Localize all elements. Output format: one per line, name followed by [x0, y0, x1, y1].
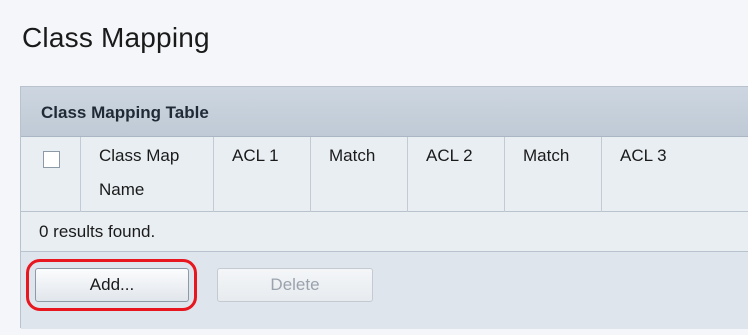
- class-mapping-table-panel: Class Mapping Table Class Map Name ACL 1…: [20, 86, 748, 329]
- column-acl1-label: ACL 1: [232, 146, 279, 165]
- page: Class Mapping Class Mapping Table Class …: [0, 0, 748, 335]
- table-column-headers: Class Map Name ACL 1 Match ACL 2 Match A…: [21, 137, 748, 212]
- column-match2-label: Match: [523, 146, 570, 165]
- column-match1: Match: [311, 137, 408, 212]
- results-row: 0 results found.: [21, 212, 748, 252]
- column-acl3-label: ACL 3: [620, 146, 667, 165]
- column-acl2: ACL 2: [408, 137, 505, 212]
- table-title: Class Mapping Table: [41, 103, 209, 122]
- column-acl2-label: ACL 2: [426, 146, 473, 165]
- delete-button[interactable]: Delete: [217, 268, 373, 302]
- column-match1-label: Match: [329, 146, 376, 165]
- results-count: 0 results found.: [39, 222, 156, 241]
- select-all-checkbox[interactable]: [43, 151, 60, 168]
- column-match2: Match: [505, 137, 602, 212]
- column-class-map-name-line1: Class Map: [99, 146, 180, 165]
- column-class-map-name: Class Map Name: [81, 137, 214, 212]
- add-button[interactable]: Add...: [35, 268, 189, 302]
- select-all-column: [21, 137, 81, 212]
- column-class-map-name-line2: Name: [99, 180, 145, 199]
- page-title: Class Mapping: [22, 22, 210, 53]
- table-header-bar: Class Mapping Table: [21, 87, 748, 137]
- button-row: Add... Delete: [21, 252, 748, 329]
- column-acl3: ACL 3: [602, 137, 748, 212]
- column-acl1: ACL 1: [214, 137, 311, 212]
